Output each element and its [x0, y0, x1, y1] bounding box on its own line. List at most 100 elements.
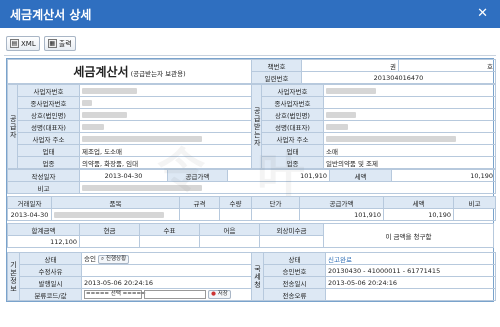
- nts-status-label: 상태: [263, 252, 326, 265]
- close-icon[interactable]: ✕: [477, 6, 488, 21]
- toolbar: ▤ XML ▦ 출력: [6, 36, 76, 52]
- progress-button[interactable]: ⌕ 진행상황: [98, 254, 130, 264]
- reason-label: 수정사유: [19, 264, 82, 277]
- invoice-title-cell: 세금계산서 (공급받는자 보관용): [7, 59, 252, 84]
- issue-date-value: 2013-05-06 20:24:16: [81, 276, 252, 289]
- supplier-section-label: 공급자: [7, 84, 18, 169]
- tax-value: 10,190: [391, 169, 496, 182]
- buyer-reg-no-label: 사업자번호: [261, 84, 324, 97]
- issue-date-label: 발행일시: [19, 276, 82, 289]
- sent-date-label: 전송일시: [263, 276, 326, 289]
- cash-value: [79, 235, 140, 248]
- date-value: 2013-04-30: [79, 169, 168, 182]
- tax-label: 세액: [329, 169, 392, 182]
- credit-value: [259, 235, 324, 248]
- xml-button[interactable]: ▤ XML: [6, 36, 40, 51]
- row-tax: 10,190: [383, 208, 454, 221]
- supplier-sub-reg-label: 종사업자번호: [17, 96, 80, 109]
- buyer-company-value: [323, 108, 496, 121]
- book-unit-2: 호: [398, 59, 496, 72]
- credit-header: 외상미수금: [259, 223, 324, 236]
- table-row: 2013-04-30 101,910 10,190: [7, 208, 496, 221]
- claim-text: 이 금액을 청구함: [323, 223, 494, 248]
- save-icon: ●: [211, 291, 216, 297]
- buyer-biz-type-value: 소매: [323, 144, 496, 157]
- supplier-ceo-label: 성명(대표자): [17, 120, 80, 133]
- serial-label: 일련번호: [251, 71, 302, 84]
- document-icon: ▤: [10, 39, 19, 48]
- basic-status-label: 상태: [19, 252, 82, 265]
- search-icon: ⌕: [101, 255, 105, 262]
- nts-section-label: 국세청: [251, 252, 264, 301]
- invoice-document: 令 叶 세금계산서 (공급받는자 보관용) 책번호 권 호 일련번호 20130…: [6, 58, 496, 302]
- xml-button-label: XML: [21, 39, 36, 48]
- save-button[interactable]: ● 저장: [208, 290, 231, 299]
- date-label: 작성일자: [7, 169, 80, 182]
- buyer-sub-reg-label: 종사업자번호: [261, 96, 324, 109]
- col-header-tax: 세액: [383, 196, 454, 209]
- print-button[interactable]: ▦ 출력: [43, 36, 76, 51]
- row-unit-price: [251, 208, 300, 221]
- buyer-reg-no-value: [323, 84, 496, 97]
- supplier-reg-no-value: [79, 84, 252, 97]
- buyer-ceo-label: 성명(대표자): [261, 120, 324, 133]
- print-button-label: 출력: [58, 39, 72, 48]
- party-table: 공급자 사업자번호 공급받는자 사업자번호 종사업자번호 종사업자번호 상호(법…: [7, 84, 496, 169]
- row-item: [51, 208, 180, 221]
- supplier-company-label: 상호(법인명): [17, 108, 80, 121]
- supplier-company-value: [79, 108, 252, 121]
- col-header-date: 거래일자: [7, 196, 52, 209]
- row-qty: [219, 208, 252, 221]
- invoice-header-table: 세금계산서 (공급받는자 보관용) 책번호 권 호 일련번호 201304016…: [7, 59, 496, 84]
- category-label: 분류코드/값: [19, 288, 82, 301]
- supplier-biz-item-label: 업종: [17, 156, 80, 169]
- buyer-ceo-value: [323, 120, 496, 133]
- row-date: 2013-04-30: [7, 208, 52, 221]
- watermark-symbol: 叶: [257, 147, 306, 203]
- approval-label: 승인번호: [263, 264, 326, 277]
- items-table: 거래일자 품목 규격 수량 단가 공급가액 세액 비고 2013-04-30 1…: [7, 196, 496, 221]
- col-header-supply: 공급가액: [299, 196, 384, 209]
- col-header-qty: 수량: [219, 196, 252, 209]
- check-value: [139, 235, 200, 248]
- progress-button-label: 진행상황: [105, 255, 127, 262]
- buyer-company-label: 상호(법인명): [261, 108, 324, 121]
- totals-table: 합계금액 현금 수표 어음 외상미수금 이 금액을 청구함 112,100: [7, 223, 494, 248]
- note-label: 비고: [7, 181, 80, 194]
- serial-value: 201304016470: [301, 71, 496, 84]
- category-value-input[interactable]: [144, 290, 207, 299]
- total-value: 112,100: [7, 235, 80, 248]
- divider: [4, 55, 496, 56]
- buyer-sub-reg-value: [323, 96, 496, 109]
- status-table: 기본정보 상태 승인 ⌕ 진행상황 국세청 상태 신고완료 수정사유 승인번호 …: [7, 252, 496, 301]
- supplier-sub-reg-value: [79, 96, 252, 109]
- nts-status-value: 신고완료: [325, 252, 496, 265]
- row-spec: [179, 208, 220, 221]
- category-select[interactable]: ===== 선택 =====: [84, 290, 146, 299]
- basic-status-value: 승인: [84, 255, 96, 264]
- check-header: 수표: [139, 223, 200, 236]
- col-header-note: 비고: [453, 196, 496, 209]
- total-header: 합계금액: [7, 223, 80, 236]
- sent-date-value: 2013-05-06 20:24:16: [325, 276, 496, 289]
- save-button-label: 저장: [217, 291, 228, 297]
- row-supply: 101,910: [299, 208, 384, 221]
- buyer-address-value: [323, 132, 496, 145]
- watermark-symbol: 令: [157, 143, 206, 199]
- invoice-title: 세금계산서: [73, 65, 129, 79]
- approval-value: 20130430 - 41000011 - 61771415: [325, 264, 496, 277]
- invoice-title-sub: (공급받는자 보관용): [130, 70, 186, 78]
- category-cell: ===== 선택 ===== ● 저장: [81, 288, 252, 301]
- supplier-biz-type-label: 업태: [17, 144, 80, 157]
- window-title: 세금계산서 상세: [10, 8, 92, 22]
- book-unit-1: 권: [301, 59, 399, 72]
- buyer-biz-item-value: 일반의약품 및 조제: [323, 156, 496, 169]
- reason-value: [81, 264, 252, 277]
- bill-value: [199, 235, 260, 248]
- window-title-bar: 세금계산서 상세 ✕: [0, 0, 500, 28]
- basic-info-section-label: 기본정보: [7, 252, 20, 301]
- send-error-label: 전송오류: [263, 288, 326, 301]
- basic-status-cell: 승인 ⌕ 진행상황: [81, 252, 252, 265]
- printer-icon: ▦: [47, 39, 57, 48]
- send-error-value: [325, 288, 496, 301]
